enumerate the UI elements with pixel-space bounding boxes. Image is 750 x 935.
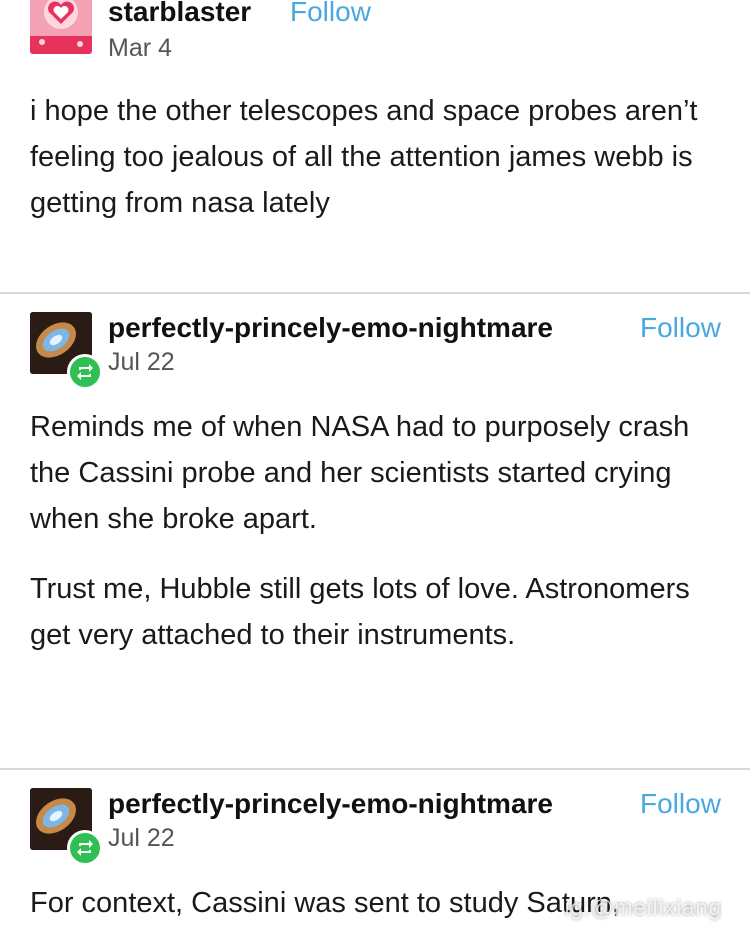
post-date[interactable]: Jul 22 <box>108 824 175 853</box>
post-paragraph: Reminds me of when NASA had to purposely… <box>30 411 690 535</box>
watermark: ig:@meilixiang <box>564 895 722 920</box>
post-divider <box>0 292 750 294</box>
post-paragraph: i hope the other telescopes and space pr… <box>30 95 698 219</box>
reblog-icon <box>67 354 103 390</box>
post-body: i hope the other telescopes and space pr… <box>30 88 730 226</box>
post-divider <box>0 768 750 770</box>
avatar[interactable] <box>30 0 92 54</box>
post-paragraph: Trust me, Hubble still gets lots of love… <box>30 573 690 651</box>
post-body: Reminds me of when NASA had to purposely… <box>30 404 730 658</box>
heart-avatar-icon <box>30 0 92 54</box>
follow-button[interactable]: Follow <box>640 788 721 820</box>
reblog-icon <box>67 830 103 866</box>
post-date[interactable]: Mar 4 <box>108 34 172 63</box>
username[interactable]: starblaster <box>108 0 251 28</box>
follow-button[interactable]: Follow <box>290 0 371 28</box>
username[interactable]: perfectly-princely-emo-nightmare <box>108 788 553 820</box>
username[interactable]: perfectly-princely-emo-nightmare <box>108 312 553 344</box>
post-date[interactable]: Jul 22 <box>108 348 175 377</box>
follow-button[interactable]: Follow <box>640 312 721 344</box>
